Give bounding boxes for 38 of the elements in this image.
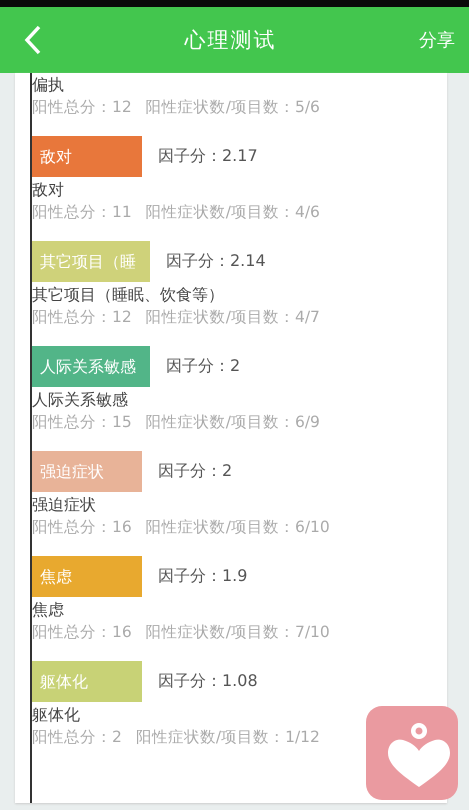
positive-total: 阳性总分：16 — [32, 622, 132, 643]
factor-score: 因子分：2.14 — [166, 251, 266, 272]
factor-score: 因子分：2 — [158, 461, 232, 482]
factor-bar: 强迫症状 — [32, 451, 142, 492]
positive-total: 阳性总分：16 — [32, 517, 132, 538]
factor-name: 敌对 — [32, 179, 65, 201]
factor-bar: 敌对 — [32, 136, 142, 177]
factor-name: 偏执 — [32, 74, 65, 96]
factor-bar: 躯体化 — [32, 661, 142, 702]
factor-name: 其它项目（睡眠、饮食等） — [32, 284, 225, 306]
symptom-ratio: 阳性症状数/项目数：4/6 — [146, 202, 320, 223]
factor-bar: 其它项目（睡 — [32, 241, 150, 282]
symptom-ratio: 阳性症状数/项目数：6/9 — [146, 412, 320, 433]
share-button[interactable]: 分享 — [419, 28, 455, 52]
factor-score: 因子分：2.17 — [158, 146, 258, 167]
factor-name: 焦虑 — [32, 599, 65, 621]
symptom-ratio: 阳性症状数/项目数：6/10 — [146, 517, 330, 538]
symptom-ratio: 阳性症状数/项目数：7/10 — [146, 622, 330, 643]
factor-bar: 人际关系敏感 — [32, 346, 150, 387]
factor-name: 躯体化 — [32, 704, 81, 726]
factor-bar: 焦虑 — [32, 556, 142, 597]
symptom-ratio: 阳性症状数/项目数：5/6 — [146, 97, 320, 118]
page-title: 心理测试 — [184, 27, 276, 54]
symptom-ratio: 阳性症状数/项目数：1/12 — [136, 727, 320, 748]
back-button[interactable] — [24, 25, 42, 55]
factor-score: 因子分：2 — [166, 356, 240, 377]
positive-total: 阳性总分：11 — [32, 202, 132, 223]
factor-name: 人际关系敏感 — [32, 389, 129, 411]
factor-name: 强迫症状 — [32, 494, 97, 516]
heart-app-button[interactable] — [366, 706, 458, 800]
symptom-ratio: 阳性症状数/项目数：4/7 — [146, 307, 320, 328]
back-icon — [24, 25, 42, 55]
positive-total: 阳性总分：15 — [32, 412, 132, 433]
positive-total: 阳性总分：12 — [32, 97, 132, 118]
factor-score: 因子分：1.9 — [158, 566, 248, 587]
positive-total: 阳性总分：12 — [32, 307, 132, 328]
factor-score: 因子分：1.08 — [158, 671, 258, 692]
positive-total: 阳性总分：2 — [32, 727, 122, 748]
